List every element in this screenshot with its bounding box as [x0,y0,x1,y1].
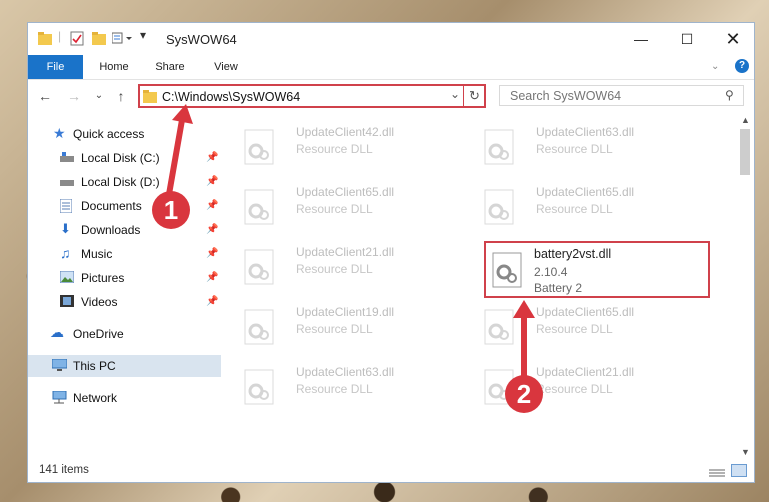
arrow-1-shaft [165,119,185,201]
step-2-badge: 2 [505,375,543,413]
arrow-2-head [513,300,535,318]
step-1-badge: 1 [152,191,190,229]
arrow-1-head [172,104,193,124]
annotation-arrows [165,104,535,382]
